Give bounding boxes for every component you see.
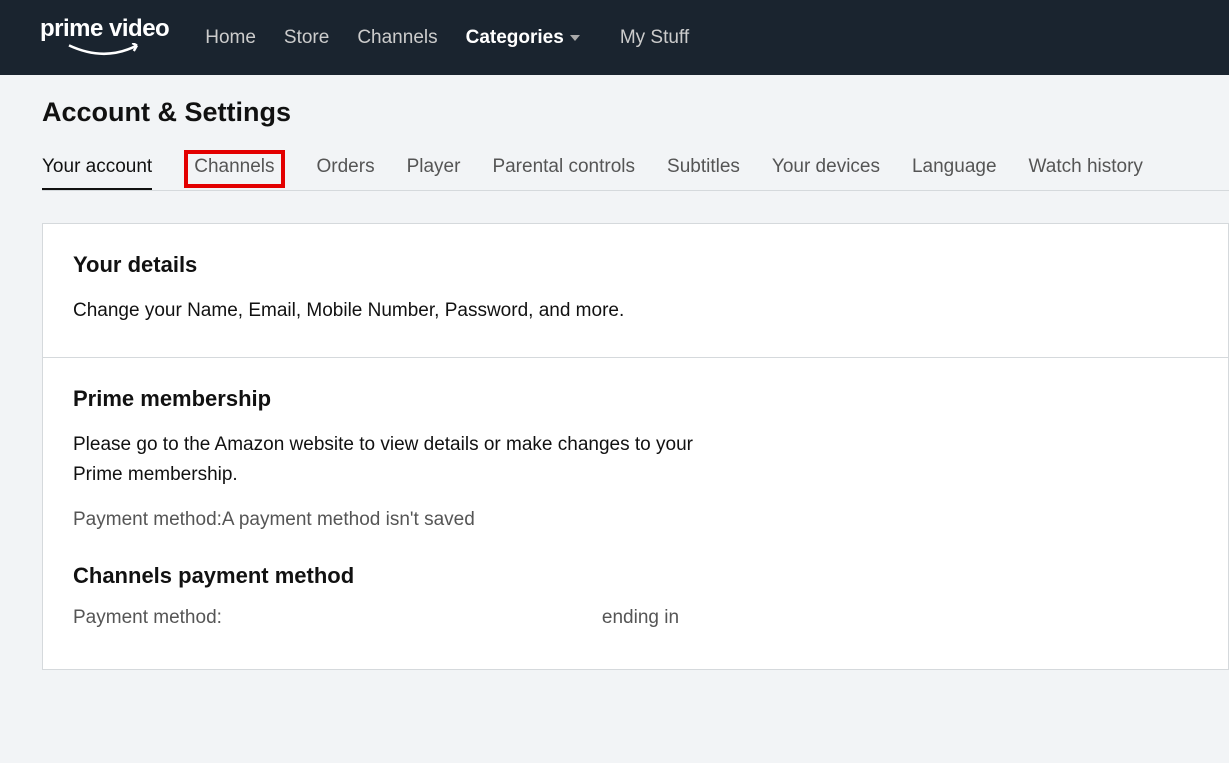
settings-tabs: Your account Channels Orders Player Pare… — [42, 156, 1229, 191]
tab-your-devices[interactable]: Your devices — [772, 156, 880, 190]
tab-channels[interactable]: Channels — [184, 150, 284, 188]
tab-parental-controls[interactable]: Parental controls — [492, 156, 635, 190]
your-details-body: Change your Name, Email, Mobile Number, … — [73, 296, 733, 325]
nav-channels[interactable]: Channels — [357, 27, 437, 49]
nav-store[interactable]: Store — [284, 27, 329, 49]
channels-payment-row: Payment method: ending in — [73, 607, 1198, 629]
page-body: Account & Settings Your account Channels… — [0, 75, 1229, 670]
nav-home[interactable]: Home — [205, 27, 256, 49]
smile-icon — [65, 43, 145, 59]
prime-body: Please go to the Amazon website to view … — [73, 430, 733, 489]
nav-mystuff[interactable]: My Stuff — [620, 27, 689, 49]
logo-text: prime video — [40, 17, 169, 41]
prime-payment-line: Payment method:A payment method isn't sa… — [73, 509, 1198, 531]
page-title: Account & Settings — [42, 97, 1229, 128]
card-prime-membership: Prime membership Please go to the Amazon… — [42, 357, 1229, 670]
card-your-details[interactable]: Your details Change your Name, Email, Mo… — [42, 223, 1229, 357]
channels-payment-title: Channels payment method — [73, 563, 1198, 589]
your-details-title: Your details — [73, 252, 1198, 278]
chevron-down-icon — [570, 35, 580, 41]
channels-payment-label: Payment method: — [73, 607, 222, 629]
tab-orders[interactable]: Orders — [317, 156, 375, 190]
tab-subtitles[interactable]: Subtitles — [667, 156, 740, 190]
tab-your-account[interactable]: Your account — [42, 156, 152, 190]
tab-player[interactable]: Player — [407, 156, 461, 190]
tab-watch-history[interactable]: Watch history — [1029, 156, 1143, 190]
prime-title: Prime membership — [73, 386, 1198, 412]
top-nav: prime video Home Store Channels Categori… — [0, 0, 1229, 75]
nav-categories[interactable]: Categories — [466, 27, 580, 49]
nav-categories-label: Categories — [466, 27, 564, 49]
channels-payment-ending: ending in — [602, 607, 679, 629]
tab-language[interactable]: Language — [912, 156, 997, 190]
prime-video-logo[interactable]: prime video — [40, 17, 169, 59]
